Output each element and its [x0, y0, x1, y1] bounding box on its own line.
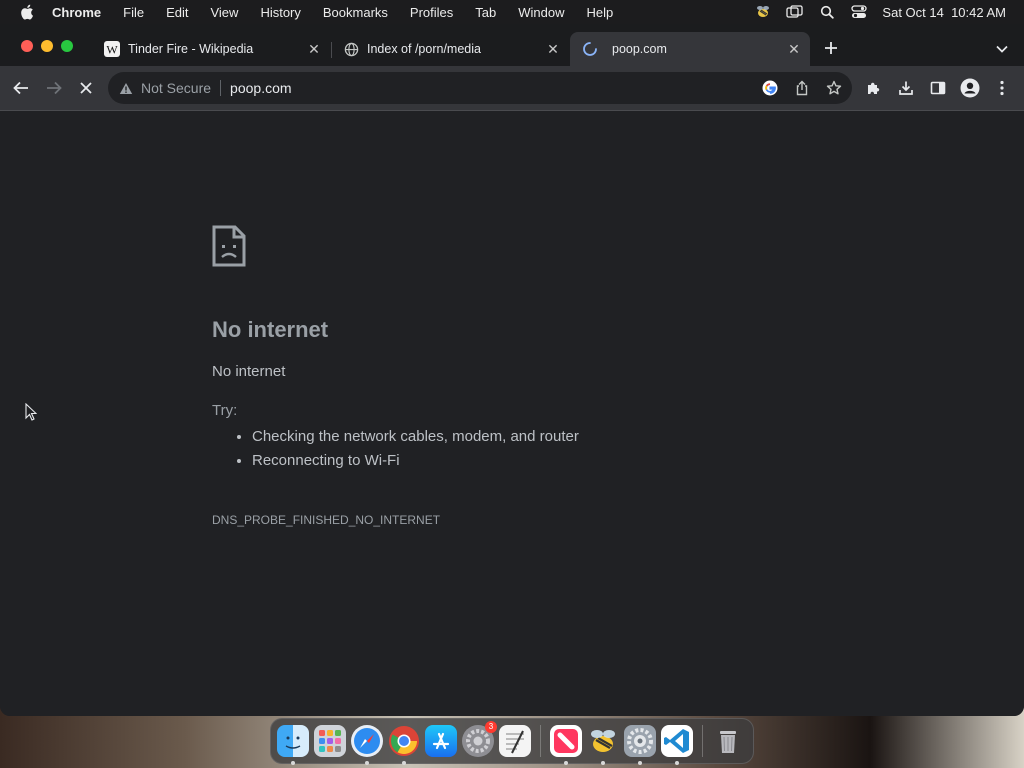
notification-badge: 3 [485, 721, 497, 733]
globe-icon [343, 41, 359, 57]
tab-index-media[interactable]: Index of /porn/media ✕ [333, 32, 569, 66]
finder-icon[interactable] [277, 725, 309, 765]
warning-triangle-icon[interactable] [119, 81, 133, 95]
bookmark-star-icon[interactable] [826, 80, 842, 96]
tab-strip: W Tinder Fire - Wikipedia ✕ Index of /po… [0, 24, 1024, 66]
control-center-icon[interactable] [850, 4, 868, 20]
spotlight-search-icon[interactable] [818, 4, 836, 20]
tab-wikipedia[interactable]: W Tinder Fire - Wikipedia ✕ [94, 32, 330, 66]
running-indicator [402, 761, 406, 765]
error-title: No internet [212, 317, 329, 342]
running-indicator [638, 761, 642, 765]
wikipedia-icon: W [104, 41, 120, 57]
error-page: No internet No internet Try: Checking th… [0, 111, 1024, 716]
download-icon[interactable] [894, 76, 918, 100]
loading-spinner-icon [582, 41, 598, 57]
error-code: DNS_PROBE_FINISHED_NO_INTERNET [212, 513, 441, 527]
safari-icon[interactable] [351, 725, 383, 765]
minimize-window-button[interactable] [41, 40, 53, 52]
bee-app-icon[interactable] [587, 725, 619, 765]
system-settings-icon[interactable]: 3 [462, 721, 497, 757]
menu-profiles[interactable]: Profiles [410, 5, 453, 20]
share-icon[interactable] [794, 80, 810, 96]
tab-title: Index of /porn/media [367, 42, 481, 56]
new-tab-icon[interactable] [822, 39, 840, 57]
mouse-cursor-icon [25, 402, 38, 426]
vscode-icon[interactable] [661, 725, 693, 765]
suggestion-list: Checking the network cables, modem, and … [212, 425, 579, 473]
tab-poop-com[interactable]: poop.com ✕ [570, 32, 810, 66]
more-options-icon[interactable] [990, 76, 1014, 100]
menu-app-name[interactable]: Chrome [52, 5, 101, 20]
running-indicator [365, 761, 369, 765]
dock: 3 [270, 718, 754, 765]
extensions-puzzle-icon[interactable] [862, 76, 886, 100]
svg-text:W: W [106, 43, 118, 57]
running-indicator [675, 761, 679, 765]
running-indicator [601, 761, 605, 765]
menu-bookmarks[interactable]: Bookmarks [323, 5, 388, 20]
tab-title: Tinder Fire - Wikipedia [128, 42, 254, 56]
screen-mirroring-icon[interactable] [786, 4, 804, 20]
address-bar[interactable]: Not Secure poop.com [108, 72, 852, 104]
browser-window: W Tinder Fire - Wikipedia ✕ Index of /po… [0, 24, 1024, 716]
dock-separator [540, 725, 541, 757]
textedit-icon[interactable] [499, 725, 531, 757]
tab-divider [331, 42, 332, 58]
menu-view[interactable]: View [210, 5, 238, 20]
menu-bar: Chrome File Edit View History Bookmarks … [0, 0, 1024, 24]
error-subtitle: No internet [212, 363, 286, 380]
tab-search-chevron-down-icon[interactable] [994, 41, 1010, 57]
suggestion-item: Checking the network cables, modem, and … [252, 425, 579, 449]
system-preferences-icon[interactable] [624, 725, 656, 765]
news-icon[interactable] [550, 725, 582, 765]
dock-separator [702, 725, 703, 757]
close-tab-icon[interactable]: ✕ [545, 41, 561, 57]
apple-menu-icon[interactable] [18, 3, 36, 21]
tab-title: poop.com [612, 42, 667, 56]
profile-avatar-icon[interactable] [958, 76, 982, 100]
forward-arrow-icon[interactable] [42, 76, 66, 100]
running-indicator [564, 761, 568, 765]
menu-tab[interactable]: Tab [475, 5, 496, 20]
close-tab-icon[interactable]: ✕ [306, 41, 322, 57]
running-indicator [291, 761, 295, 765]
sad-page-icon [212, 225, 246, 272]
stop-loading-icon[interactable] [74, 76, 98, 100]
omnibox-divider [220, 80, 222, 96]
launchpad-icon[interactable] [314, 725, 346, 757]
menubar-clock[interactable]: Sat Oct 14 10:42 AM [882, 5, 1006, 20]
back-arrow-icon[interactable] [9, 76, 33, 100]
side-panel-icon[interactable] [926, 76, 950, 100]
browser-toolbar: Not Secure poop.com [0, 66, 1024, 111]
menu-history[interactable]: History [260, 5, 300, 20]
suggestion-item: Reconnecting to Wi-Fi [252, 449, 579, 473]
bee-status-icon[interactable] [754, 4, 772, 20]
security-status-label[interactable]: Not Secure [141, 80, 211, 96]
menu-file[interactable]: File [123, 5, 144, 20]
menu-help[interactable]: Help [587, 5, 614, 20]
url-text[interactable]: poop.com [230, 80, 291, 96]
app-store-icon[interactable] [425, 725, 457, 757]
zoom-window-button[interactable] [61, 40, 73, 52]
menu-edit[interactable]: Edit [166, 5, 188, 20]
chrome-icon[interactable] [388, 725, 420, 765]
try-label: Try: [212, 402, 238, 419]
menu-window[interactable]: Window [518, 5, 564, 20]
google-lens-icon[interactable] [762, 80, 778, 96]
close-tab-icon[interactable]: ✕ [786, 41, 802, 57]
close-window-button[interactable] [21, 40, 33, 52]
trash-icon[interactable] [712, 725, 744, 757]
